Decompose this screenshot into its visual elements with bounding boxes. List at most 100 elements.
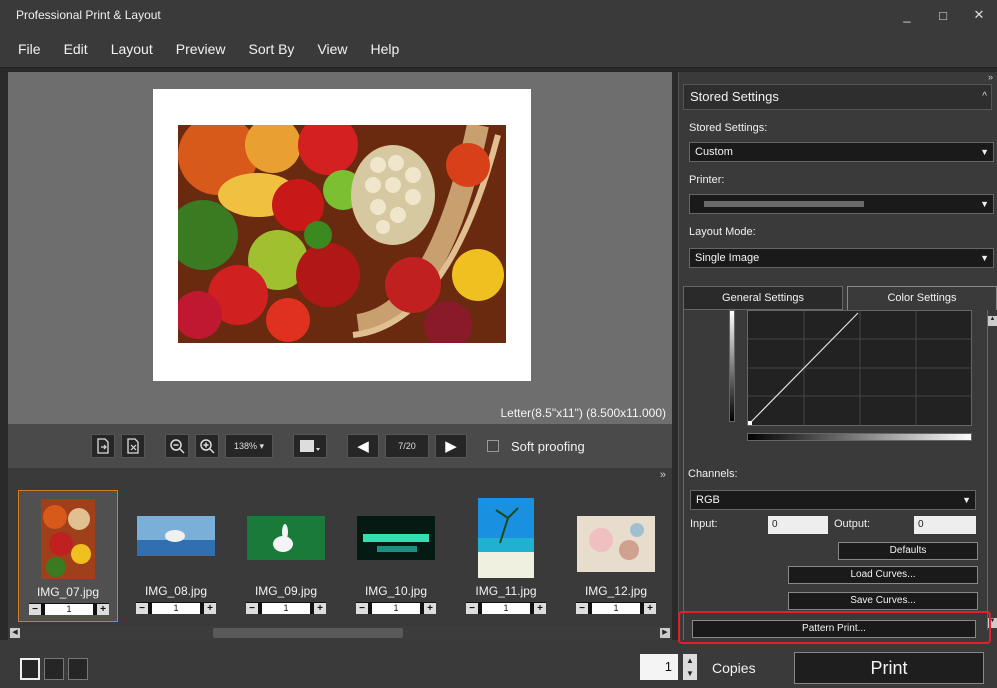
stored-settings-title: Stored Settings bbox=[690, 89, 779, 104]
next-page-button[interactable]: ▶ bbox=[435, 434, 467, 458]
scroll-right-icon[interactable]: ▶ bbox=[660, 628, 670, 638]
copy-stepper[interactable]: −1 + bbox=[466, 602, 546, 614]
previous-page-button[interactable]: ◀ bbox=[347, 434, 379, 458]
copy-stepper[interactable]: −1 + bbox=[576, 602, 656, 614]
scroll-left-icon[interactable]: ◀ bbox=[10, 628, 20, 638]
thumbnail-item[interactable]: IMG_11.jpg −1 + bbox=[456, 490, 556, 622]
maximize-button[interactable]: □ bbox=[925, 0, 961, 30]
chevron-down-icon[interactable]: ▼ bbox=[686, 669, 694, 678]
minus-icon[interactable]: − bbox=[576, 602, 588, 614]
minus-icon[interactable]: − bbox=[246, 602, 258, 614]
settings-tabs: General Settings Color Settings bbox=[683, 286, 997, 310]
copy-count: 1 bbox=[152, 602, 200, 614]
printer-select[interactable]: ▼ bbox=[689, 194, 994, 214]
print-button[interactable]: Print bbox=[794, 652, 984, 684]
layout-mode-select[interactable]: Single Image ▼ bbox=[689, 248, 994, 268]
minus-icon[interactable]: − bbox=[356, 602, 368, 614]
minus-icon[interactable]: − bbox=[136, 602, 148, 614]
thumbnail-image bbox=[478, 498, 534, 578]
thumbnail-image bbox=[247, 516, 325, 560]
load-curves-button[interactable]: Load Curves... bbox=[788, 566, 978, 584]
save-curves-button[interactable]: Save Curves... bbox=[788, 592, 978, 610]
single-view-button[interactable] bbox=[20, 658, 40, 680]
menu-edit[interactable]: Edit bbox=[64, 41, 88, 57]
fit-page-icon bbox=[300, 440, 320, 452]
chevron-down-icon: ▼ bbox=[980, 147, 989, 157]
copy-stepper[interactable]: −1 + bbox=[136, 602, 216, 614]
close-button[interactable]: ✕ bbox=[961, 0, 997, 30]
preview-area[interactable]: Letter(8.5"x11") (8.500x11.000) bbox=[8, 72, 672, 424]
thumbnail-name: IMG_10.jpg bbox=[364, 584, 428, 598]
collapse-icon[interactable]: » bbox=[660, 469, 666, 481]
pattern-print-highlight bbox=[678, 611, 991, 644]
arrow-left-icon: ◀ bbox=[357, 438, 369, 455]
copy-stepper[interactable]: −1 + bbox=[246, 602, 326, 614]
zoom-out-button[interactable] bbox=[165, 434, 189, 458]
thumbnail-item[interactable]: IMG_08.jpg −1 + bbox=[126, 490, 226, 622]
thumbnail-item[interactable]: IMG_07.jpg −1 + bbox=[18, 490, 118, 622]
stored-settings-header[interactable]: Stored Settings ^ bbox=[683, 84, 992, 110]
copies-input[interactable]: 1 bbox=[640, 654, 678, 680]
copy-count: 1 bbox=[482, 602, 530, 614]
window-title: Professional Print & Layout bbox=[16, 8, 161, 22]
remove-page-button[interactable] bbox=[121, 434, 145, 458]
output-field[interactable]: 0 bbox=[914, 516, 976, 534]
thumbnail-name: IMG_07.jpg bbox=[36, 585, 100, 599]
chevron-up-icon[interactable]: ▲ bbox=[686, 656, 694, 665]
stored-settings-select[interactable]: Custom ▼ bbox=[689, 142, 994, 162]
input-field[interactable]: 0 bbox=[768, 516, 828, 534]
fit-mode-button[interactable] bbox=[293, 434, 327, 458]
filmstrip-scrollbar[interactable]: ◀ ▶ bbox=[8, 626, 672, 640]
plus-icon[interactable]: + bbox=[204, 602, 216, 614]
page-indicator: 7/20 bbox=[385, 434, 429, 458]
color-settings-scrollbar[interactable]: ▲ ▼ bbox=[987, 310, 997, 630]
filmstrip-view-button[interactable] bbox=[44, 658, 64, 680]
menu-file[interactable]: File bbox=[18, 41, 41, 57]
channels-label: Channels: bbox=[688, 468, 738, 480]
copies-spinner[interactable]: ▲ ▼ bbox=[683, 654, 697, 680]
tab-general-settings[interactable]: General Settings bbox=[683, 286, 843, 310]
thumbnail-item[interactable]: IMG_10.jpg −1 + bbox=[346, 490, 446, 622]
insert-page-button[interactable] bbox=[91, 434, 115, 458]
filmstrip: IMG_07.jpg −1 + IMG_08.jpg −1 + IMG_09.jpg… bbox=[8, 486, 672, 626]
thumbnail-item[interactable]: IMG_09.jpg −1 + bbox=[236, 490, 336, 622]
panel-expand-icon[interactable]: » bbox=[988, 72, 993, 82]
chevron-down-icon: ▾ bbox=[259, 440, 265, 451]
paper-size-label: Letter(8.5"x11") (8.500x11.000) bbox=[500, 406, 666, 420]
plus-icon[interactable]: + bbox=[314, 602, 326, 614]
minus-icon[interactable]: − bbox=[29, 603, 41, 615]
tone-curve[interactable] bbox=[747, 310, 972, 426]
menu-preview[interactable]: Preview bbox=[176, 41, 226, 57]
copies-label: Copies bbox=[712, 660, 756, 676]
plus-icon[interactable]: + bbox=[534, 602, 546, 614]
copy-stepper[interactable]: −1 + bbox=[356, 602, 436, 614]
soft-proofing-checkbox[interactable] bbox=[487, 440, 499, 452]
scroll-up-icon[interactable]: ▲ bbox=[988, 316, 997, 326]
zoom-in-icon bbox=[200, 439, 215, 454]
thumbnail-item[interactable]: IMG_12.jpg −1 + bbox=[566, 490, 666, 622]
thumbnail-name: IMG_09.jpg bbox=[254, 584, 318, 598]
channels-select[interactable]: RGB ▼ bbox=[690, 490, 976, 510]
layout-photo[interactable] bbox=[178, 125, 506, 343]
thumbnail-name: IMG_08.jpg bbox=[144, 584, 208, 598]
plus-icon[interactable]: + bbox=[97, 603, 109, 615]
minus-icon[interactable]: − bbox=[466, 602, 478, 614]
plus-icon[interactable]: + bbox=[424, 602, 436, 614]
input-label: Input: bbox=[690, 518, 718, 530]
scrollbar-thumb[interactable] bbox=[213, 628, 403, 638]
defaults-button[interactable]: Defaults bbox=[838, 542, 978, 560]
menu-view[interactable]: View bbox=[317, 41, 347, 57]
menu-help[interactable]: Help bbox=[371, 41, 400, 57]
zoom-select[interactable]: 138% ▾ bbox=[225, 434, 273, 458]
tab-color-settings[interactable]: Color Settings bbox=[847, 286, 997, 310]
side-view-button[interactable] bbox=[68, 658, 88, 680]
minimize-button[interactable]: _ bbox=[889, 0, 925, 30]
copy-count: 1 bbox=[372, 602, 420, 614]
remove-page-icon bbox=[127, 438, 139, 454]
menu-sort-by[interactable]: Sort By bbox=[249, 41, 295, 57]
menu-layout[interactable]: Layout bbox=[111, 41, 153, 57]
plus-icon[interactable]: + bbox=[644, 602, 656, 614]
preview-toolbar: 138% ▾ ◀ 7/20 ▶ Soft proofing bbox=[8, 424, 672, 468]
zoom-in-button[interactable] bbox=[195, 434, 219, 458]
copy-stepper[interactable]: −1 + bbox=[29, 603, 109, 615]
